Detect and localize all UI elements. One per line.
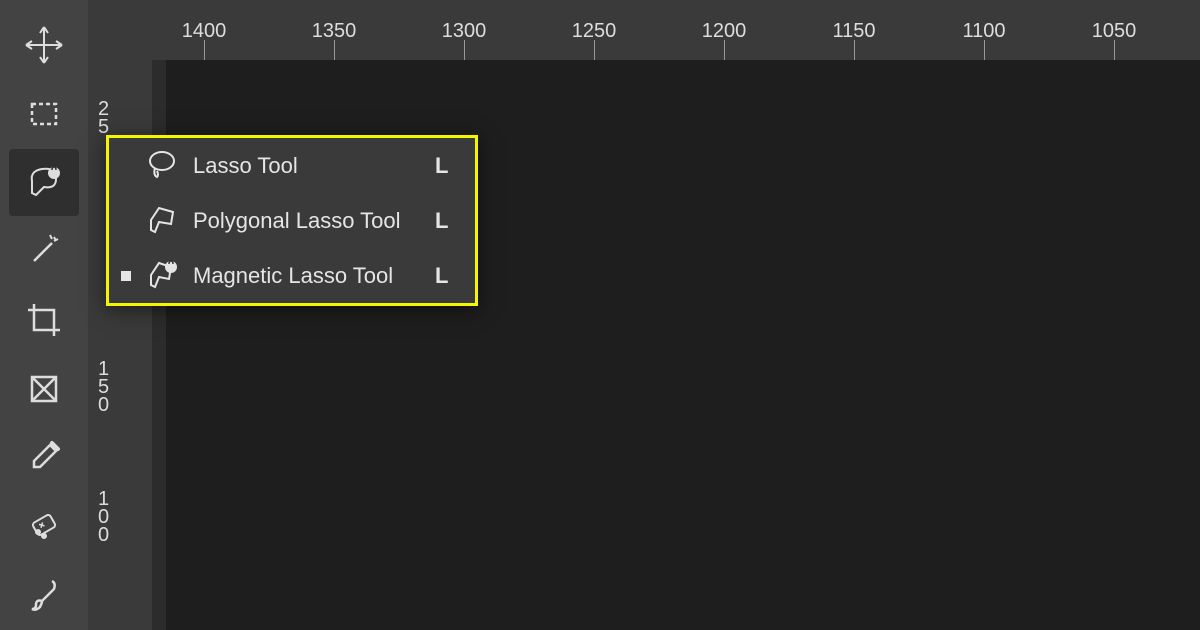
ruler-h-ticks: 1400 1350 1300 1250 1200 1150 1100 1050 <box>88 0 1200 60</box>
flyout-label: Lasso Tool <box>193 153 435 179</box>
magnetic-lasso-icon <box>143 257 181 295</box>
crop-tool[interactable] <box>9 287 79 354</box>
ruler-v-label: 100 <box>98 490 109 544</box>
healing-brush-icon <box>22 504 66 548</box>
flyout-shortcut: L <box>435 153 475 179</box>
brush-tool[interactable] <box>9 561 79 628</box>
eyedropper-icon <box>22 435 66 479</box>
lasso-tool[interactable] <box>9 149 79 216</box>
move-icon <box>22 23 66 67</box>
flyout-label: Magnetic Lasso Tool <box>193 263 435 289</box>
tools-panel <box>0 0 88 630</box>
ruler-v-label: 150 <box>98 360 109 414</box>
flyout-selected-marker <box>121 271 131 281</box>
flyout-label: Polygonal Lasso Tool <box>193 208 435 234</box>
flyout-item-lasso[interactable]: Lasso Tool L <box>109 138 475 193</box>
magic-wand-icon <box>22 229 66 273</box>
frame-icon <box>22 367 66 411</box>
polygonal-lasso-icon <box>143 202 181 240</box>
magnetic-lasso-icon <box>22 161 66 205</box>
marquee-tool[interactable] <box>9 81 79 148</box>
flyout-selected-marker <box>121 161 131 171</box>
move-tool[interactable] <box>9 12 79 79</box>
flyout-shortcut: L <box>435 263 475 289</box>
brush-icon <box>22 573 66 617</box>
ruler-horizontal[interactable]: 1400 1350 1300 1250 1200 1150 1100 1050 <box>88 0 1200 60</box>
frame-tool[interactable] <box>9 355 79 422</box>
crop-icon <box>22 298 66 342</box>
eyedropper-tool[interactable] <box>9 424 79 491</box>
marquee-icon <box>22 92 66 136</box>
lasso-tool-flyout: Lasso Tool L Polygonal Lasso Tool L Magn… <box>106 135 478 306</box>
lasso-icon <box>143 147 181 185</box>
flyout-selected-marker <box>121 216 131 226</box>
magic-wand-tool[interactable] <box>9 218 79 285</box>
flyout-item-magnetic-lasso[interactable]: Magnetic Lasso Tool L <box>109 248 475 303</box>
flyout-shortcut: L <box>435 208 475 234</box>
ruler-v-label: 25 <box>98 100 109 136</box>
healing-brush-tool[interactable] <box>9 493 79 560</box>
flyout-item-polygonal-lasso[interactable]: Polygonal Lasso Tool L <box>109 193 475 248</box>
